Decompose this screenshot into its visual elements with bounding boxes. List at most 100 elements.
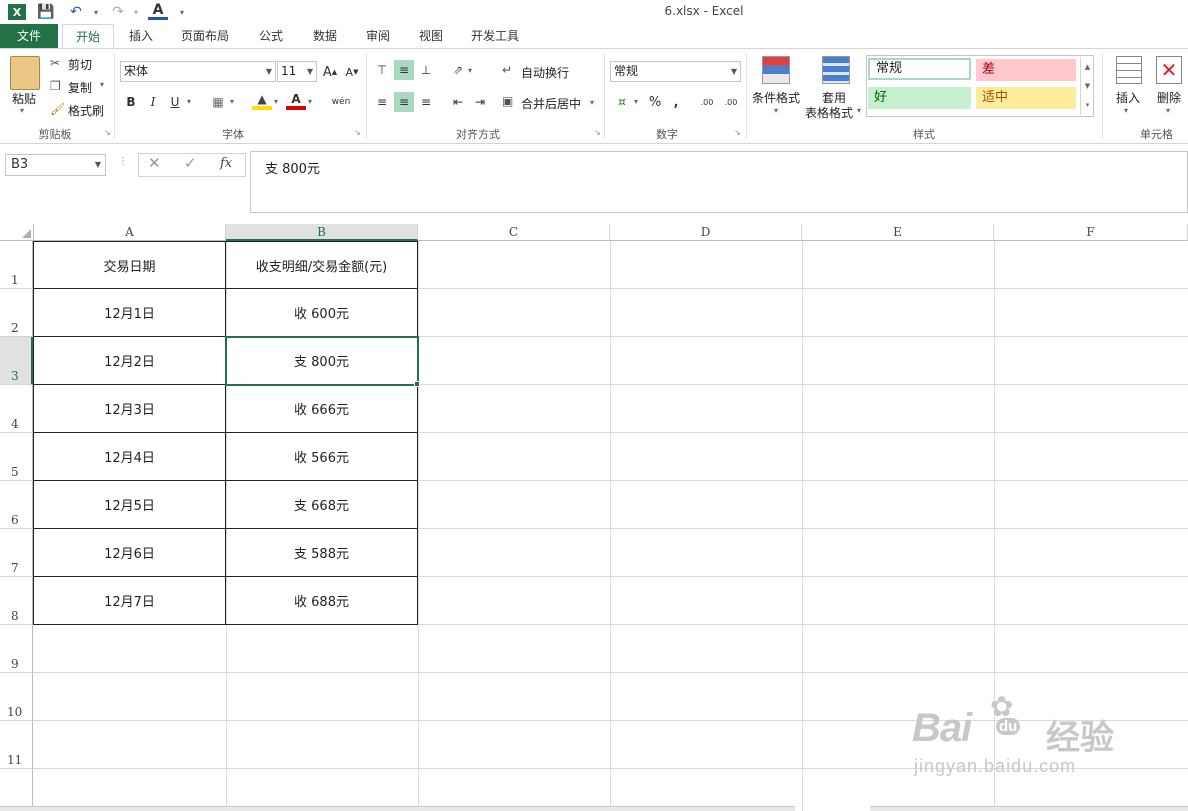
column-header-a[interactable]: A — [34, 224, 226, 241]
cell-a1[interactable]: 交易日期 — [33, 241, 226, 289]
bold-button[interactable]: B — [121, 92, 141, 112]
cell-b8[interactable]: 收 688元 — [225, 576, 418, 625]
format-as-table-icon[interactable] — [822, 56, 850, 84]
row-header-4[interactable]: 4 — [0, 385, 33, 433]
tab-page-layout[interactable]: 页面布局 — [172, 24, 238, 48]
cell-b2[interactable]: 收 600元 — [225, 288, 418, 337]
format-as-table-label2[interactable]: 表格格式 — [805, 104, 853, 121]
tab-data[interactable]: 数据 — [302, 24, 348, 48]
cell-a3[interactable]: 12月2日 — [33, 336, 226, 385]
horizontal-scrollbar[interactable] — [0, 806, 795, 811]
conditional-formatting-button[interactable]: 条件格式 — [752, 89, 800, 106]
select-all-corner[interactable] — [0, 224, 34, 241]
column-header-b[interactable]: B — [226, 224, 418, 241]
column-header-c[interactable]: C — [418, 224, 610, 241]
delete-cells-button[interactable]: 删除 — [1157, 89, 1181, 106]
insert-cells-button[interactable]: 插入 — [1116, 89, 1140, 106]
paste-dropdown-icon[interactable]: ▾ — [20, 106, 24, 115]
font-name-select[interactable]: 宋体 ▼ — [120, 61, 276, 82]
grow-font-button[interactable]: A ▲ — [320, 62, 340, 82]
conditional-formatting-icon[interactable] — [762, 56, 790, 84]
row-header-10[interactable]: 10 — [0, 673, 33, 721]
increase-indent-icon[interactable]: ⇥ — [470, 92, 490, 112]
delete-dropdown-icon[interactable]: ▾ — [1166, 106, 1170, 115]
tab-insert[interactable]: 插入 — [118, 24, 164, 48]
row-header-8[interactable]: 8 — [0, 577, 33, 625]
insert-dropdown-icon[interactable]: ▾ — [1124, 106, 1128, 115]
column-header-d[interactable]: D — [610, 224, 802, 241]
cell-a4[interactable]: 12月3日 — [33, 384, 226, 433]
row-header-5[interactable]: 5 — [0, 433, 33, 481]
orientation-dropdown-icon[interactable]: ▾ — [468, 66, 472, 75]
decrease-indent-icon[interactable]: ⇤ — [448, 92, 468, 112]
align-top-icon[interactable]: ⊤ — [372, 60, 392, 80]
alignment-launcher-icon[interactable]: ↘ — [594, 128, 601, 137]
tab-home[interactable]: 开始 — [62, 24, 114, 49]
cell-b4[interactable]: 收 666元 — [225, 384, 418, 433]
font-launcher-icon[interactable]: ↘ — [354, 128, 361, 137]
paste-button[interactable]: 粘贴 — [12, 90, 36, 107]
font-color-button[interactable]: A — [286, 92, 306, 110]
italic-button[interactable]: I — [143, 92, 163, 112]
insert-cells-icon[interactable] — [1116, 56, 1142, 84]
row-header-7[interactable]: 7 — [0, 529, 33, 577]
align-right-icon[interactable]: ≡ — [416, 92, 436, 112]
style-neutral[interactable]: 适中 — [976, 87, 1076, 109]
row-header-9[interactable]: 9 — [0, 625, 33, 673]
borders-icon[interactable]: ▦ — [208, 92, 228, 112]
tab-developer[interactable]: 开发工具 — [462, 24, 528, 48]
number-format-select[interactable]: 常规 ▼ — [610, 61, 741, 82]
fill-handle[interactable] — [414, 381, 420, 387]
style-normal[interactable]: 常规 — [868, 58, 971, 80]
more-icon[interactable]: ▾ — [1086, 101, 1090, 109]
scroll-down-icon[interactable]: ▼ — [1085, 82, 1090, 90]
underline-button[interactable]: U — [165, 92, 185, 112]
style-bad[interactable]: 差 — [976, 59, 1076, 81]
orientation-icon[interactable]: ⇗ — [448, 60, 468, 80]
cell-a2[interactable]: 12月1日 — [33, 288, 226, 337]
currency-icon[interactable]: ¤ — [612, 92, 632, 112]
row-header-2[interactable]: 2 — [0, 289, 33, 337]
merge-center-button[interactable]: 合并后居中 — [521, 95, 581, 112]
font-size-select[interactable]: 11 ▼ — [277, 61, 317, 82]
cell-a5[interactable]: 12月4日 — [33, 432, 226, 481]
cell-b6[interactable]: 支 668元 — [225, 480, 418, 529]
cell-a6[interactable]: 12月5日 — [33, 480, 226, 529]
delete-cells-icon[interactable]: ✕ — [1156, 56, 1182, 84]
enter-icon[interactable]: ✓ — [184, 154, 197, 176]
comma-button[interactable]: , — [666, 92, 686, 112]
row-header-3[interactable]: 3 — [0, 337, 33, 385]
format-as-table-dropdown-icon[interactable]: ▾ — [857, 106, 861, 115]
tab-review[interactable]: 审阅 — [355, 24, 401, 48]
fill-color-dropdown-icon[interactable]: ▾ — [274, 97, 278, 106]
copy-dropdown-icon[interactable]: ▾ — [100, 80, 104, 89]
align-middle-icon[interactable]: ≡ — [394, 60, 414, 80]
cell-b1[interactable]: 收支明细/交易金额(元) — [225, 241, 418, 289]
cell-a8[interactable]: 12月7日 — [33, 576, 226, 625]
name-box[interactable]: B3 ▼ — [5, 154, 106, 176]
formula-input[interactable]: 支 800元 — [250, 151, 1188, 213]
align-left-icon[interactable]: ≡ — [372, 92, 392, 112]
style-good[interactable]: 好 — [868, 87, 971, 109]
column-header-f[interactable]: F — [994, 224, 1188, 241]
phonetic-guide-button[interactable]: wén — [328, 92, 354, 112]
currency-dropdown-icon[interactable]: ▾ — [634, 97, 638, 106]
wrap-text-button[interactable]: 自动换行 — [521, 64, 569, 81]
percent-button[interactable]: % — [645, 92, 665, 112]
cell-a7[interactable]: 12月6日 — [33, 528, 226, 577]
align-center-icon[interactable]: ≡ — [394, 92, 414, 112]
cell-b7[interactable]: 支 588元 — [225, 528, 418, 577]
increase-decimal-button[interactable]: .00 — [696, 92, 718, 112]
tab-view[interactable]: 视图 — [408, 24, 454, 48]
conditional-dropdown-icon[interactable]: ▾ — [774, 106, 778, 115]
tab-formulas[interactable]: 公式 — [248, 24, 294, 48]
decrease-decimal-button[interactable]: .00 — [720, 92, 742, 112]
borders-dropdown-icon[interactable]: ▾ — [230, 97, 234, 106]
cancel-icon[interactable]: ✕ — [148, 154, 161, 176]
cell-b5[interactable]: 收 566元 — [225, 432, 418, 481]
cut-button[interactable]: 剪切 — [68, 56, 92, 73]
shrink-font-button[interactable]: A ▼ — [342, 62, 362, 82]
styles-gallery-scroll[interactable]: ▲ ▼ ▾ — [1080, 57, 1094, 115]
fill-color-icon[interactable]: ▲ — [252, 92, 272, 110]
number-launcher-icon[interactable]: ↘ — [734, 128, 741, 137]
